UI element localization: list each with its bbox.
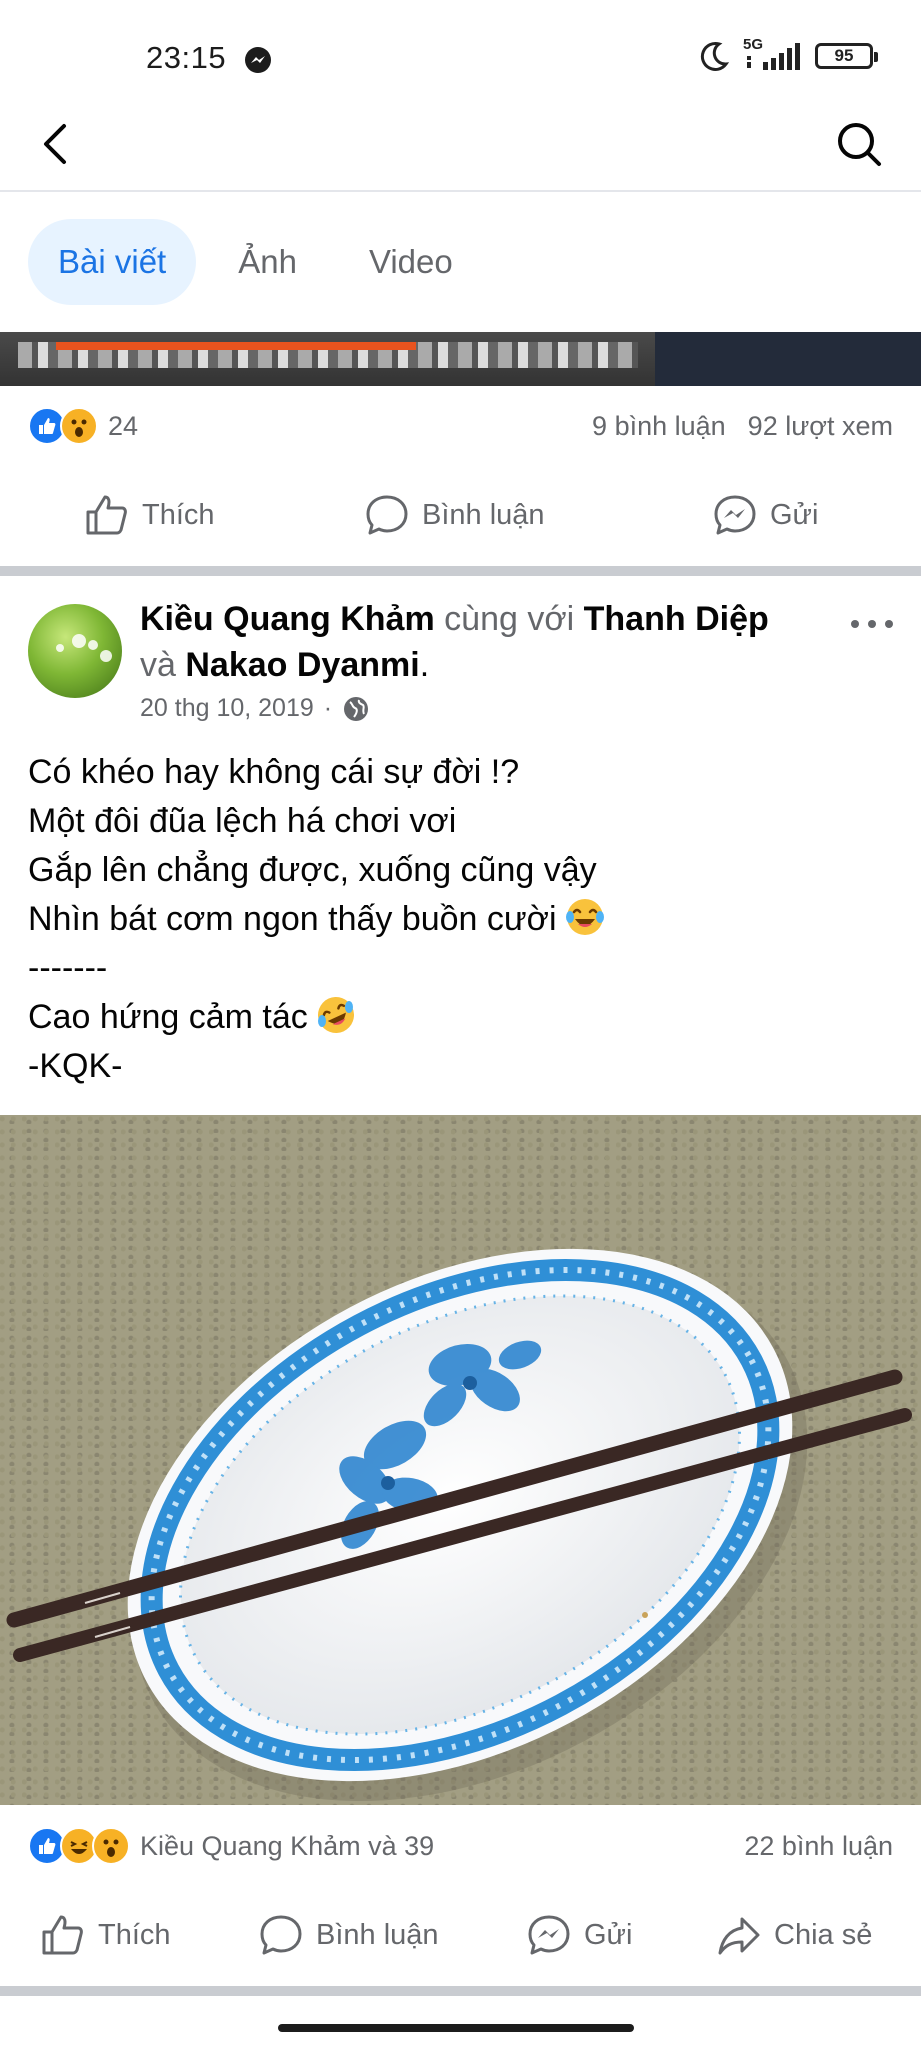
profile-tabs: Bài viết Ảnh Video (28, 219, 483, 305)
moon-icon (700, 42, 729, 71)
wow-reaction-icon (60, 407, 98, 445)
comment-count[interactable]: 9 bình luận (592, 411, 726, 442)
meta-separator: · (323, 694, 333, 722)
back-arrow-icon[interactable] (36, 118, 76, 174)
post-line: Có khéo hay không cái sự đời !? (28, 753, 520, 791)
post-divider (0, 1986, 921, 1996)
view-count: 92 lượt xem (747, 410, 893, 441)
like-icon (86, 495, 127, 535)
comment-button[interactable]: Bình luận (258, 1913, 439, 1957)
author-name[interactable]: Kiều Quang Khảm (140, 600, 435, 638)
share-label: Chia sẻ (774, 1918, 873, 1951)
previous-post-media[interactable] (0, 332, 921, 386)
post-reactions: Kiều Quang Khảm và 39 22 bình luận (28, 1826, 893, 1866)
like-label: Thích (142, 498, 215, 531)
avatar[interactable] (28, 604, 122, 698)
post-line: Một đôi đũa lệch há chơi vơi (28, 802, 457, 840)
post-meta: 20 thg 10, 2019 · (140, 694, 370, 723)
reaction-icons[interactable] (28, 1827, 130, 1865)
tears-of-joy-emoji-icon (565, 899, 604, 935)
reaction-icons[interactable] (28, 407, 98, 445)
top-nav (0, 118, 921, 192)
post-line: -KQK- (28, 1047, 123, 1085)
comment-icon (260, 1915, 302, 1955)
plate-with-chopsticks-image (6, 1248, 912, 1802)
tab-bai-viet[interactable]: Bài viết (28, 219, 197, 305)
send-label: Gửi (584, 1918, 633, 1951)
messenger-status-icon (245, 47, 271, 73)
post-line: Cao hứng cảm tác (28, 993, 888, 1042)
comment-button[interactable]: Bình luận (364, 493, 545, 537)
post-line: Nhìn bát cơm ngon thấy buồn cười (28, 895, 888, 944)
post-date[interactable]: 20 thg 10, 2019 (140, 694, 314, 723)
status-right: 5G 95 (699, 36, 878, 72)
search-icon[interactable] (833, 118, 885, 174)
period: . (419, 646, 430, 684)
rofl-emoji-icon (317, 997, 354, 1033)
signal-icon: 5G (743, 36, 801, 72)
tagged-user-2[interactable]: Nakao Dyanmi (185, 646, 419, 684)
messenger-icon (714, 495, 756, 535)
post-photo[interactable] (0, 1115, 921, 1805)
post-line: ------- (28, 949, 108, 987)
status-bar: 23:15 5G 95 (0, 0, 921, 118)
post-text: Có khéo hay không cái sự đời !? Một đôi … (28, 748, 888, 1091)
share-button[interactable]: Chia sẻ (716, 1913, 872, 1957)
send-button[interactable]: Gửi (526, 1913, 632, 1957)
battery-icon: 95 (815, 43, 878, 69)
like-label: Thích (98, 1918, 171, 1951)
comment-label: Bình luận (316, 1918, 439, 1951)
like-button[interactable]: Thích (40, 1913, 171, 1957)
tab-video[interactable]: Video (339, 219, 483, 305)
comment-icon (366, 495, 408, 535)
reaction-count[interactable]: 24 (108, 411, 138, 442)
previous-post-actions: Thích Bình luận Gửi (0, 480, 921, 550)
comment-count[interactable]: 22 bình luận (744, 1831, 893, 1862)
post-divider (0, 566, 921, 576)
post-actions: Thích Bình luận Gửi Chia sẻ (0, 1900, 921, 1970)
post-author-line: Kiều Quang Khảm cùng với Thanh Diệp và N… (140, 596, 820, 688)
previous-post-reactions: 24 9 bình luận 92 lượt xem (28, 406, 893, 446)
tab-anh[interactable]: Ảnh (208, 219, 327, 305)
more-icon[interactable] (847, 612, 897, 636)
messenger-icon (528, 1915, 570, 1955)
wow-reaction-icon (92, 1827, 130, 1865)
post-line: Gắp lên chẳng được, xuống cũng vậy (28, 851, 597, 889)
reaction-summary[interactable]: Kiều Quang Khảm và 39 (140, 1831, 434, 1862)
and-text: và (140, 646, 176, 684)
home-indicator[interactable] (278, 2024, 634, 2032)
send-label: Gửi (770, 498, 819, 531)
globe-icon (344, 696, 369, 721)
tagged-user-1[interactable]: Thanh Diệp (584, 600, 769, 638)
status-time: 23:15 (146, 40, 227, 75)
like-button[interactable]: Thích (84, 493, 215, 537)
like-icon (42, 1915, 83, 1955)
share-icon (718, 1917, 760, 1955)
comment-label: Bình luận (422, 498, 545, 531)
send-button[interactable]: Gửi (712, 493, 818, 537)
with-text: cùng với (444, 600, 575, 638)
